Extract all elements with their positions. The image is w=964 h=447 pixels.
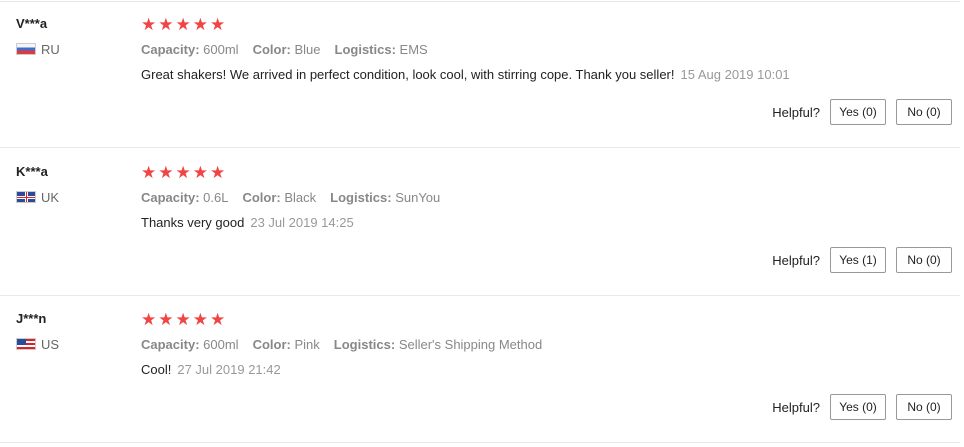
review-date: 27 Jul 2019 21:42 <box>177 362 281 377</box>
reviewer-country: RU <box>16 41 60 57</box>
product-attributes: Capacity: 600ml Color: Blue Logistics: E… <box>141 42 428 57</box>
helpful-yes-button[interactable]: Yes (0) <box>830 394 886 420</box>
logistics-label: Logistics: <box>330 190 392 205</box>
logistics-attr: Logistics: Seller's Shipping Method <box>334 337 542 352</box>
capacity-label: Capacity: <box>141 42 200 57</box>
logistics-value: EMS <box>399 42 428 57</box>
product-attributes: Capacity: 0.6L Color: Black Logistics: S… <box>141 190 440 205</box>
reviewer-country: US <box>16 336 60 352</box>
review-date: 23 Jul 2019 14:25 <box>250 215 354 230</box>
review-item: J***n US ★ ★ ★ ★ ★ Capacity: 600ml Color… <box>0 295 960 443</box>
us-flag-icon <box>16 338 36 350</box>
helpful-label: Helpful? <box>772 252 820 268</box>
star-icon: ★ <box>210 163 226 182</box>
helpful-yes-button[interactable]: Yes (0) <box>830 99 886 125</box>
review-comment: Thanks very good 23 Jul 2019 14:25 <box>141 215 354 230</box>
helpful-votes: Helpful? Yes (0) No (0) <box>772 99 952 125</box>
logistics-value: Seller's Shipping Method <box>398 337 543 352</box>
review-date: 15 Aug 2019 10:01 <box>680 67 790 82</box>
review-comment: Cool! 27 Jul 2019 21:42 <box>141 362 281 377</box>
star-rating: ★ ★ ★ ★ ★ <box>141 16 225 33</box>
logistics-label: Logistics: <box>334 42 396 57</box>
capacity-label: Capacity: <box>141 337 200 352</box>
star-icon: ★ <box>175 163 191 182</box>
color-value: Black <box>284 190 317 205</box>
star-icon: ★ <box>175 310 191 329</box>
star-icon: ★ <box>192 163 208 182</box>
color-attr: Color: Black <box>242 190 316 205</box>
color-label: Color: <box>242 190 281 205</box>
helpful-no-button[interactable]: No (0) <box>896 394 952 420</box>
review-comment: Great shakers! We arrived in perfect con… <box>141 67 790 82</box>
star-icon: ★ <box>158 310 174 329</box>
capacity-attr: Capacity: 600ml <box>141 337 239 352</box>
reviewer-country: UK <box>16 189 60 205</box>
capacity-label: Capacity: <box>141 190 200 205</box>
country-code: US <box>41 336 60 352</box>
star-icon: ★ <box>158 15 174 34</box>
capacity-attr: Capacity: 0.6L <box>141 190 228 205</box>
star-icon: ★ <box>192 15 208 34</box>
color-label: Color: <box>252 42 291 57</box>
star-icon: ★ <box>192 310 208 329</box>
country-code: UK <box>41 189 60 205</box>
star-rating: ★ ★ ★ ★ ★ <box>141 311 225 328</box>
star-icon: ★ <box>158 163 174 182</box>
comment-text: Thanks very good <box>141 215 245 230</box>
star-icon: ★ <box>210 310 226 329</box>
helpful-votes: Helpful? Yes (0) No (0) <box>772 394 952 420</box>
capacity-value: 0.6L <box>203 190 229 205</box>
reviewer-name: J***n <box>16 311 47 326</box>
helpful-no-button[interactable]: No (0) <box>896 99 952 125</box>
color-attr: Color: Blue <box>253 42 321 57</box>
russia-flag-icon <box>16 43 36 55</box>
star-icon: ★ <box>141 163 157 182</box>
helpful-yes-button[interactable]: Yes (1) <box>830 247 886 273</box>
uk-flag-icon <box>16 191 36 203</box>
capacity-value: 600ml <box>203 42 239 57</box>
color-value: Pink <box>294 337 320 352</box>
color-attr: Color: Pink <box>253 337 320 352</box>
helpful-no-button[interactable]: No (0) <box>896 247 952 273</box>
reviewer-name: K***a <box>16 164 48 179</box>
star-icon: ★ <box>141 15 157 34</box>
review-item: V***a RU ★ ★ ★ ★ ★ Capacity: 600ml Color… <box>0 0 960 148</box>
helpful-label: Helpful? <box>772 104 820 120</box>
logistics-attr: Logistics: SunYou <box>330 190 440 205</box>
helpful-votes: Helpful? Yes (1) No (0) <box>772 247 952 273</box>
logistics-label: Logistics: <box>333 337 396 352</box>
comment-text: Great shakers! We arrived in perfect con… <box>141 67 675 82</box>
review-item: K***a UK ★ ★ ★ ★ ★ Capacity: 0.6L Color:… <box>0 148 960 296</box>
star-icon: ★ <box>175 15 191 34</box>
logistics-value: SunYou <box>395 190 441 205</box>
review-list: V***a RU ★ ★ ★ ★ ★ Capacity: 600ml Color… <box>0 0 964 447</box>
star-icon: ★ <box>210 15 226 34</box>
color-label: Color: <box>252 337 291 352</box>
capacity-value: 600ml <box>203 337 239 352</box>
star-icon: ★ <box>141 310 157 329</box>
helpful-label: Helpful? <box>772 399 820 415</box>
reviewer-name: V***a <box>16 16 48 31</box>
product-attributes: Capacity: 600ml Color: Pink Logistics: S… <box>141 337 542 352</box>
country-code: RU <box>41 41 60 57</box>
star-rating: ★ ★ ★ ★ ★ <box>141 164 225 181</box>
logistics-attr: Logistics: EMS <box>335 42 428 57</box>
color-value: Blue <box>294 42 321 57</box>
capacity-attr: Capacity: 600ml <box>141 42 239 57</box>
comment-text: Cool! <box>141 362 172 377</box>
